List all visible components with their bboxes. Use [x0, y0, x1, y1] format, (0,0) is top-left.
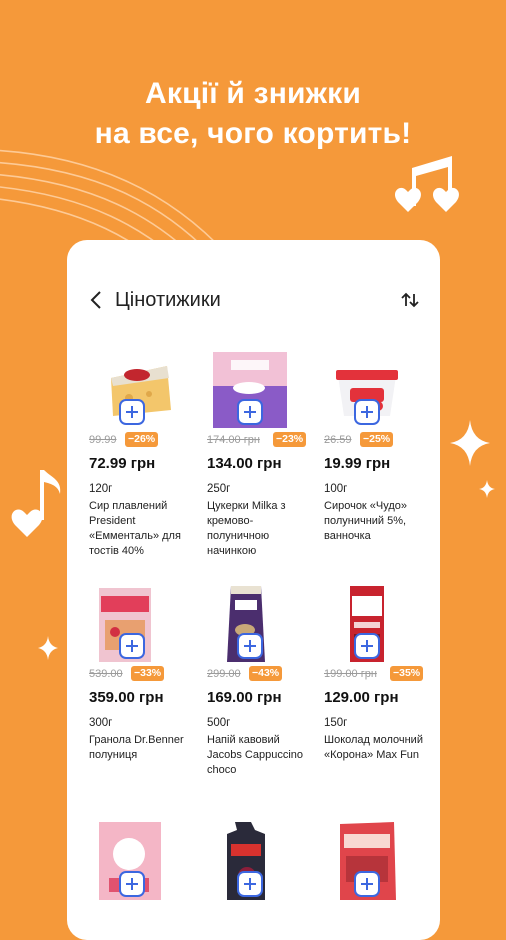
product-card[interactable]: 199.00 грн −35% 129.00 грн 150г Шоколад … [324, 582, 434, 812]
current-price: 129.00 грн [324, 689, 399, 706]
add-to-cart-button[interactable] [119, 633, 145, 659]
chevron-left-icon[interactable] [89, 288, 103, 312]
plus-icon [126, 878, 138, 890]
product-weight: 120г [89, 483, 113, 495]
phone-screen-card: Цінотижики 99.99 −26% 72.99 грн 120г Сир… [67, 240, 440, 940]
product-card[interactable]: 174.00 грн −23% 134.00 грн 250г Цукерки … [207, 348, 317, 578]
old-price: 539.00 [89, 668, 123, 680]
headline-line-2: на все, чого кортить! [94, 117, 412, 150]
price-row: 539.00 −33% [89, 665, 199, 683]
plus-icon [361, 878, 373, 890]
add-to-cart-button[interactable] [237, 633, 263, 659]
add-to-cart-button[interactable] [354, 871, 380, 897]
add-to-cart-button[interactable] [237, 399, 263, 425]
product-card[interactable]: 539.00 −33% 359.00 грн 300г Гранола Dr.B… [89, 582, 199, 812]
product-card[interactable]: 299.00 −43% 169.00 грн 500г Напій кавови… [207, 582, 317, 812]
product-weight: 500г [207, 717, 231, 729]
discount-badge: −25% [360, 432, 394, 447]
price-row: 174.00 грн −23% [207, 431, 317, 449]
add-to-cart-button[interactable] [354, 633, 380, 659]
old-price: 99.99 [89, 434, 117, 446]
current-price: 19.99 грн [324, 455, 391, 472]
product-weight: 150г [324, 717, 348, 729]
plus-icon [244, 406, 256, 418]
plus-icon [361, 640, 373, 652]
product-name: Цукерки Milka з кремово-полуничною начин… [207, 500, 286, 557]
plus-icon [126, 406, 138, 418]
sort-arrows-icon[interactable] [400, 290, 420, 310]
plus-icon [244, 640, 256, 652]
product-name: Сирочок «Чудо» полуничний 5%, ванночка [324, 500, 408, 542]
page-title: Цінотижики [115, 289, 221, 311]
current-price: 169.00 грн [207, 689, 282, 706]
current-price: 134.00 грн [207, 455, 282, 472]
old-price: 199.00 грн [324, 668, 377, 680]
add-to-cart-button[interactable] [354, 399, 380, 425]
old-price: 174.00 грн [207, 434, 260, 446]
discount-badge: −43% [249, 666, 283, 681]
music-notes-icon [395, 156, 459, 212]
screen-header: Цінотижики [67, 288, 440, 312]
product-name: Гранола Dr.Benner полуниця [89, 734, 184, 761]
product-name: Сир плавлений President «Емменталь» для … [89, 500, 181, 557]
product-card[interactable] [207, 820, 317, 920]
product-name: Шоколад молочний «Корона» Max Fun [324, 734, 423, 761]
product-card[interactable]: 26.59 −25% 19.99 грн 100г Сирочок «Чудо»… [324, 348, 434, 578]
current-price: 72.99 грн [89, 455, 156, 472]
product-card[interactable] [89, 820, 199, 920]
discount-badge: −26% [125, 432, 159, 447]
price-row: 199.00 грн −35% [324, 665, 434, 683]
music-note-left-icon [11, 470, 61, 537]
headline-line-1: Акції й знижки [144, 77, 361, 110]
plus-icon [244, 878, 256, 890]
discount-badge: −23% [273, 432, 307, 447]
old-price: 26.59 [324, 434, 352, 446]
add-to-cart-button[interactable] [119, 871, 145, 897]
plus-icon [126, 640, 138, 652]
discount-badge: −35% [390, 666, 424, 681]
price-row: 99.99 −26% [89, 431, 199, 449]
product-card[interactable] [324, 820, 434, 920]
product-weight: 100г [324, 483, 348, 495]
add-to-cart-button[interactable] [237, 871, 263, 897]
product-card[interactable]: 99.99 −26% 72.99 грн 120г Сир плавлений … [89, 348, 199, 578]
current-price: 359.00 грн [89, 689, 164, 706]
price-row: 299.00 −43% [207, 665, 317, 683]
old-price: 299.00 [207, 668, 241, 680]
product-weight: 300г [89, 717, 113, 729]
price-row: 26.59 −25% [324, 431, 434, 449]
plus-icon [361, 406, 373, 418]
discount-badge: −33% [131, 666, 165, 681]
add-to-cart-button[interactable] [119, 399, 145, 425]
product-name: Напій кавовий Jacobs Cappuccino choco [207, 734, 304, 776]
promo-headline: Акції й знижки на все, чого кортить! [0, 74, 506, 154]
product-weight: 250г [207, 483, 231, 495]
